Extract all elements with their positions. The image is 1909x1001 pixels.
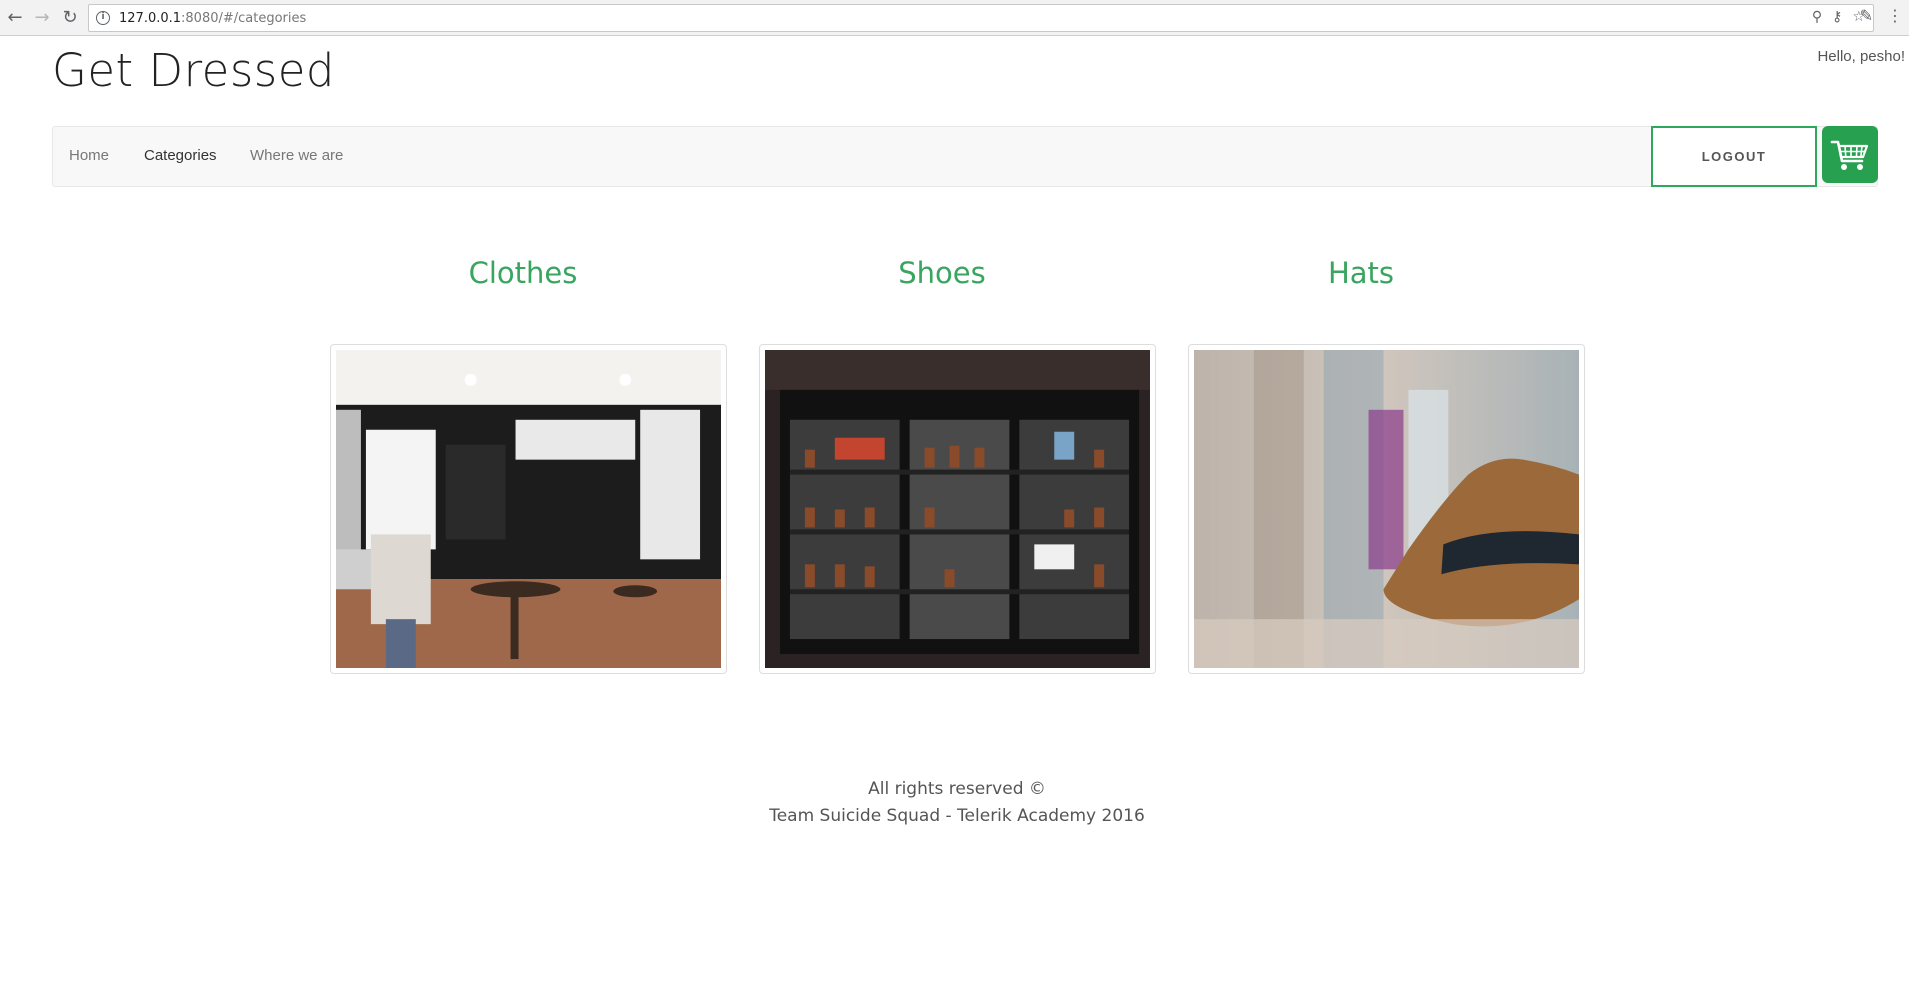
- cart-button[interactable]: [1822, 126, 1878, 183]
- nav-where-we-are[interactable]: Where we are: [250, 147, 343, 164]
- back-icon[interactable]: ←: [3, 6, 27, 30]
- url-text: 127.0.0.1:8080/#/categories: [119, 11, 307, 26]
- info-icon[interactable]: i: [96, 11, 110, 25]
- footer-rights: All rights reserved ©: [868, 779, 1046, 799]
- shopping-cart-icon: [1830, 140, 1869, 170]
- key-icon[interactable]: ⚷: [1832, 9, 1842, 25]
- category-card-hats[interactable]: [1188, 344, 1585, 674]
- category-title-clothes[interactable]: Clothes: [373, 256, 673, 290]
- menu-icon[interactable]: ⋮: [1887, 6, 1903, 25]
- clothes-image[interactable]: [336, 350, 721, 668]
- main-navbar: Home Categories Where we are: [52, 126, 1878, 187]
- shoes-image[interactable]: [765, 350, 1150, 668]
- extension-icon[interactable]: ✎: [1860, 6, 1873, 25]
- user-greeting: Hello, pesho!: [1817, 48, 1905, 65]
- category-title-shoes[interactable]: Shoes: [792, 256, 1092, 290]
- address-bar[interactable]: i 127.0.0.1:8080/#/categories ⚲ ⚷ ☆: [88, 4, 1874, 32]
- footer-team: Team Suicide Squad - Telerik Academy 201…: [769, 806, 1145, 826]
- reload-icon[interactable]: ↻: [58, 6, 82, 30]
- category-card-shoes[interactable]: [759, 344, 1156, 674]
- site-title[interactable]: Get Dressed: [52, 44, 335, 97]
- category-title-hats[interactable]: Hats: [1211, 256, 1511, 290]
- hats-image[interactable]: [1194, 350, 1579, 668]
- footer: All rights reserved © Team Suicide Squad…: [0, 776, 1909, 830]
- zoom-icon[interactable]: ⚲: [1812, 9, 1822, 25]
- logout-button[interactable]: LOGOUT: [1651, 126, 1817, 187]
- forward-icon[interactable]: →: [30, 6, 54, 30]
- browser-toolbar: ← → ↻ i 127.0.0.1:8080/#/categories ⚲ ⚷ …: [0, 0, 1909, 36]
- nav-home[interactable]: Home: [69, 147, 109, 164]
- nav-categories[interactable]: Categories: [144, 147, 217, 164]
- category-card-clothes[interactable]: [330, 344, 727, 674]
